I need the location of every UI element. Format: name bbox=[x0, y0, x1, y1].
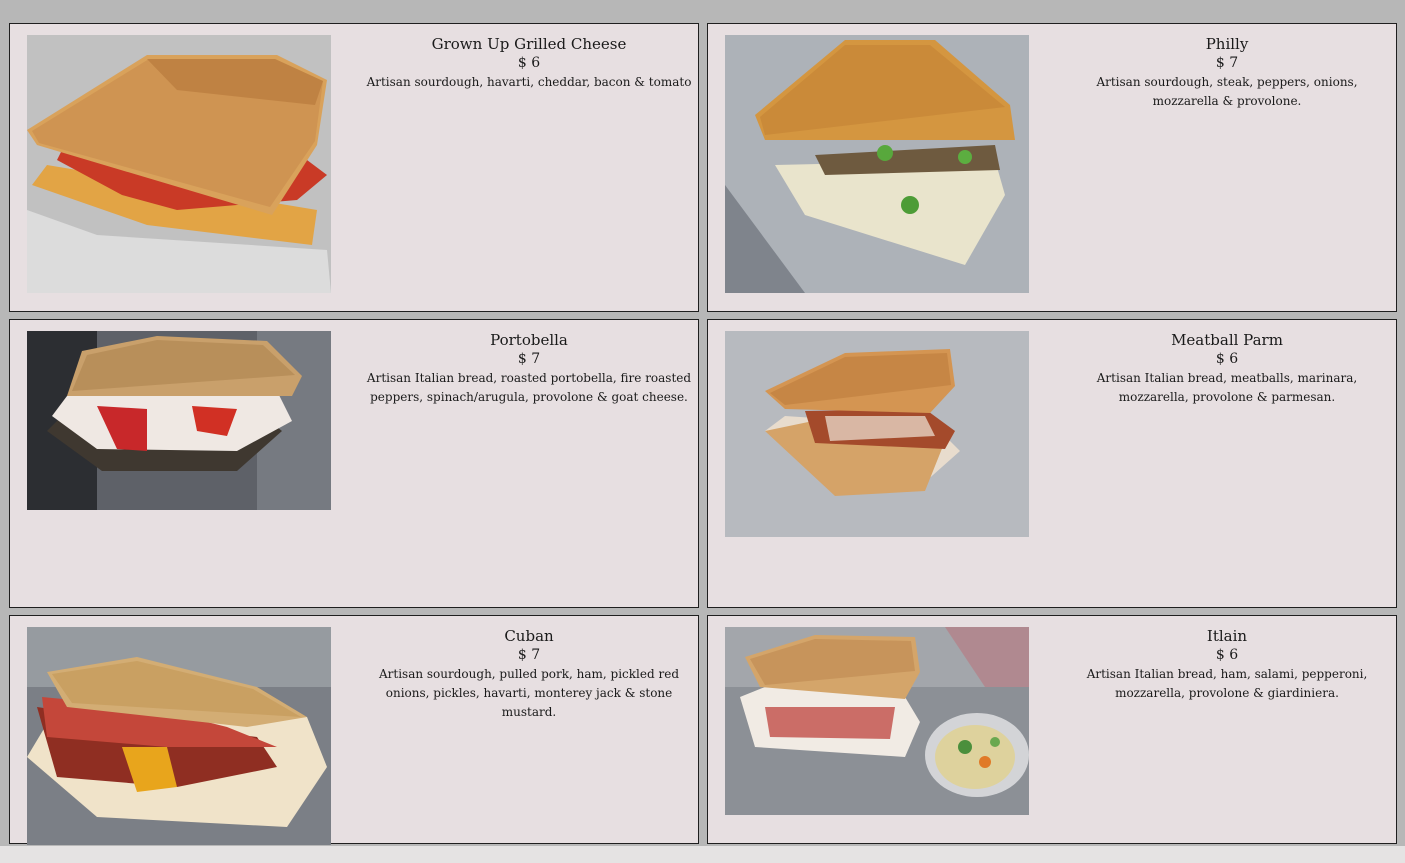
sandwich-photo bbox=[27, 331, 331, 510]
item-description: Artisan sourdough, pulled pork, ham, pic… bbox=[378, 667, 680, 719]
item-title: Philly bbox=[1205, 35, 1249, 53]
item-price: $ 6 bbox=[1215, 647, 1239, 663]
item-price: $ 6 bbox=[1215, 351, 1239, 367]
item-info: Philly $ 7 Artisan sourdough, steak, pep… bbox=[1060, 35, 1394, 111]
sandwich-photo bbox=[725, 35, 1029, 293]
item-description: Artisan Italian bread, meatballs, marina… bbox=[1096, 371, 1358, 404]
menu-card-grown-up-grilled-cheese[interactable]: Grown Up Grilled Cheese $ 6 Artisan sour… bbox=[9, 23, 699, 312]
menu-grid: Grown Up Grilled Cheese $ 6 Artisan sour… bbox=[9, 23, 1398, 845]
item-info: Portobella $ 7 Artisan Italian bread, ro… bbox=[362, 331, 696, 407]
item-info: Meatball Parm $ 6 Artisan Italian bread,… bbox=[1060, 331, 1394, 407]
item-price: $ 6 bbox=[517, 55, 541, 71]
item-description: Artisan sourdough, steak, peppers, onion… bbox=[1096, 75, 1358, 108]
sandwich-photo bbox=[725, 331, 1029, 537]
sandwich-photo bbox=[27, 627, 331, 845]
sandwich-photo bbox=[27, 35, 331, 293]
item-title: Meatball Parm bbox=[1171, 331, 1283, 349]
meatball-parm-image bbox=[725, 331, 1029, 537]
item-description: Artisan Italian bread, ham, salami, pepp… bbox=[1086, 667, 1368, 700]
menu-card-portobella[interactable]: Portobella $ 7 Artisan Italian bread, ro… bbox=[9, 319, 699, 608]
item-price: $ 7 bbox=[517, 351, 541, 367]
item-info: Grown Up Grilled Cheese $ 6 Artisan sour… bbox=[362, 35, 696, 92]
portobella-image bbox=[27, 331, 331, 510]
menu-card-itlain[interactable]: Itlain $ 6 Artisan Italian bread, ham, s… bbox=[707, 615, 1397, 844]
item-info: Cuban $ 7 Artisan sourdough, pulled pork… bbox=[362, 627, 696, 722]
menu-card-philly[interactable]: Philly $ 7 Artisan sourdough, steak, pep… bbox=[707, 23, 1397, 312]
item-title: Itlain bbox=[1206, 627, 1248, 645]
page-bottom-strip bbox=[0, 846, 1405, 863]
menu-card-meatball-parm[interactable]: Meatball Parm $ 6 Artisan Italian bread,… bbox=[707, 319, 1397, 608]
item-description: Artisan Italian bread, roasted portobell… bbox=[366, 371, 692, 404]
menu-card-cuban[interactable]: Cuban $ 7 Artisan sourdough, pulled pork… bbox=[9, 615, 699, 845]
grilled-cheese-image bbox=[27, 35, 331, 293]
italian-image bbox=[725, 627, 1029, 815]
cuban-image bbox=[27, 627, 331, 845]
philly-image bbox=[725, 35, 1029, 293]
item-price: $ 7 bbox=[517, 647, 541, 663]
item-title: Portobella bbox=[490, 331, 568, 349]
sandwich-photo bbox=[725, 627, 1029, 815]
item-price: $ 7 bbox=[1215, 55, 1239, 71]
item-description: Artisan sourdough, havarti, cheddar, bac… bbox=[366, 75, 692, 89]
item-title: Cuban bbox=[504, 627, 554, 645]
item-title: Grown Up Grilled Cheese bbox=[431, 35, 627, 53]
item-info: Itlain $ 6 Artisan Italian bread, ham, s… bbox=[1060, 627, 1394, 703]
